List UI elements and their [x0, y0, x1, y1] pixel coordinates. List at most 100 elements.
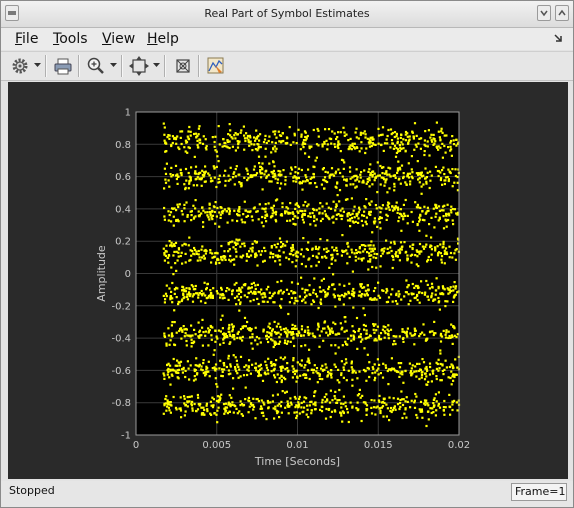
scatter-plot[interactable]: 0 0.005 0.01 0.015 0.0210.80.60.40.20-0.2-0.… — [8, 82, 568, 479]
autoscale-button[interactable] — [128, 55, 150, 77]
data-point — [379, 227, 382, 230]
data-point — [225, 365, 228, 369]
data-point — [334, 206, 337, 209]
data-point — [441, 363, 444, 366]
data-point — [394, 176, 397, 179]
data-point — [190, 395, 193, 398]
print-button[interactable] — [52, 55, 74, 77]
data-point — [280, 279, 283, 283]
zoom-button[interactable] — [85, 55, 107, 77]
data-point — [320, 279, 323, 282]
data-point — [388, 187, 391, 190]
data-point — [276, 242, 279, 245]
data-point — [328, 266, 331, 269]
data-point — [442, 329, 445, 332]
zoom-dropdown-arrow-icon[interactable] — [110, 63, 117, 68]
data-point — [414, 392, 417, 396]
data-point — [188, 378, 191, 381]
data-point — [349, 334, 353, 337]
data-point — [167, 327, 170, 330]
data-point — [438, 216, 441, 219]
data-point — [286, 333, 289, 336]
data-point — [452, 379, 455, 382]
data-point — [282, 139, 285, 143]
menu-file[interactable]: File — [15, 31, 38, 47]
data-point — [298, 295, 301, 298]
minimize-button[interactable] — [537, 5, 551, 21]
x-tick-label: 0 — [133, 440, 139, 451]
data-point — [229, 372, 232, 375]
data-point — [384, 364, 387, 367]
data-point — [420, 376, 423, 379]
highlight-button[interactable] — [205, 55, 227, 77]
data-point — [375, 298, 378, 301]
data-point — [358, 247, 361, 250]
title-bar[interactable]: Real Part of Symbol Estimates — [1, 1, 573, 28]
data-point — [351, 176, 354, 179]
data-point — [340, 406, 343, 409]
dock-arrow-icon[interactable] — [553, 33, 563, 43]
data-point — [404, 400, 407, 403]
data-point — [284, 367, 287, 371]
menu-help[interactable]: Help — [147, 31, 179, 47]
data-point — [193, 155, 196, 158]
menu-tools[interactable]: Tools — [53, 31, 88, 47]
data-point — [354, 186, 357, 189]
data-point — [282, 169, 285, 172]
data-point — [313, 277, 316, 280]
data-point — [282, 327, 285, 331]
data-point — [317, 372, 320, 375]
data-point — [207, 344, 210, 347]
data-point — [321, 212, 324, 215]
data-point — [328, 401, 332, 404]
data-point — [259, 407, 262, 410]
data-point — [344, 405, 347, 408]
data-point — [338, 200, 341, 203]
data-point — [407, 303, 410, 306]
data-point — [359, 131, 362, 134]
data-point — [449, 209, 452, 212]
data-point — [263, 293, 266, 296]
autoscale-dropdown-arrow-icon[interactable] — [153, 63, 160, 68]
data-point — [443, 252, 446, 255]
data-point — [296, 210, 299, 213]
data-point — [422, 174, 425, 177]
data-point — [390, 133, 393, 136]
data-point — [377, 134, 381, 137]
data-point — [382, 362, 385, 365]
settings-dropdown-arrow-icon[interactable] — [34, 63, 41, 68]
data-point — [236, 336, 239, 340]
data-point — [360, 257, 363, 260]
x-axis-label: Time [Seconds] — [254, 455, 340, 468]
settings-button[interactable] — [9, 55, 31, 77]
data-point — [355, 168, 358, 171]
data-point — [177, 146, 180, 149]
menu-view[interactable]: View — [102, 31, 135, 47]
data-point — [327, 334, 330, 337]
data-point — [198, 363, 201, 366]
data-point — [278, 140, 281, 143]
data-point — [355, 316, 359, 320]
restore-view-button[interactable] — [172, 55, 194, 77]
data-point — [393, 340, 396, 343]
data-point — [189, 134, 192, 137]
data-point — [327, 327, 330, 330]
data-point — [187, 187, 190, 190]
data-point — [172, 357, 175, 361]
data-point — [342, 376, 345, 379]
data-point — [404, 130, 408, 134]
data-point — [218, 143, 221, 146]
data-point — [426, 140, 429, 143]
data-point — [299, 148, 302, 151]
maximize-button[interactable] — [555, 5, 569, 21]
data-point — [415, 395, 418, 398]
data-point — [165, 284, 168, 287]
data-point — [200, 184, 203, 187]
data-point — [435, 409, 438, 412]
data-point — [448, 393, 451, 396]
data-point — [278, 290, 281, 293]
data-point — [359, 176, 362, 179]
menu-help-label: elp — [157, 31, 179, 47]
data-point — [397, 220, 400, 223]
data-point — [164, 292, 168, 295]
